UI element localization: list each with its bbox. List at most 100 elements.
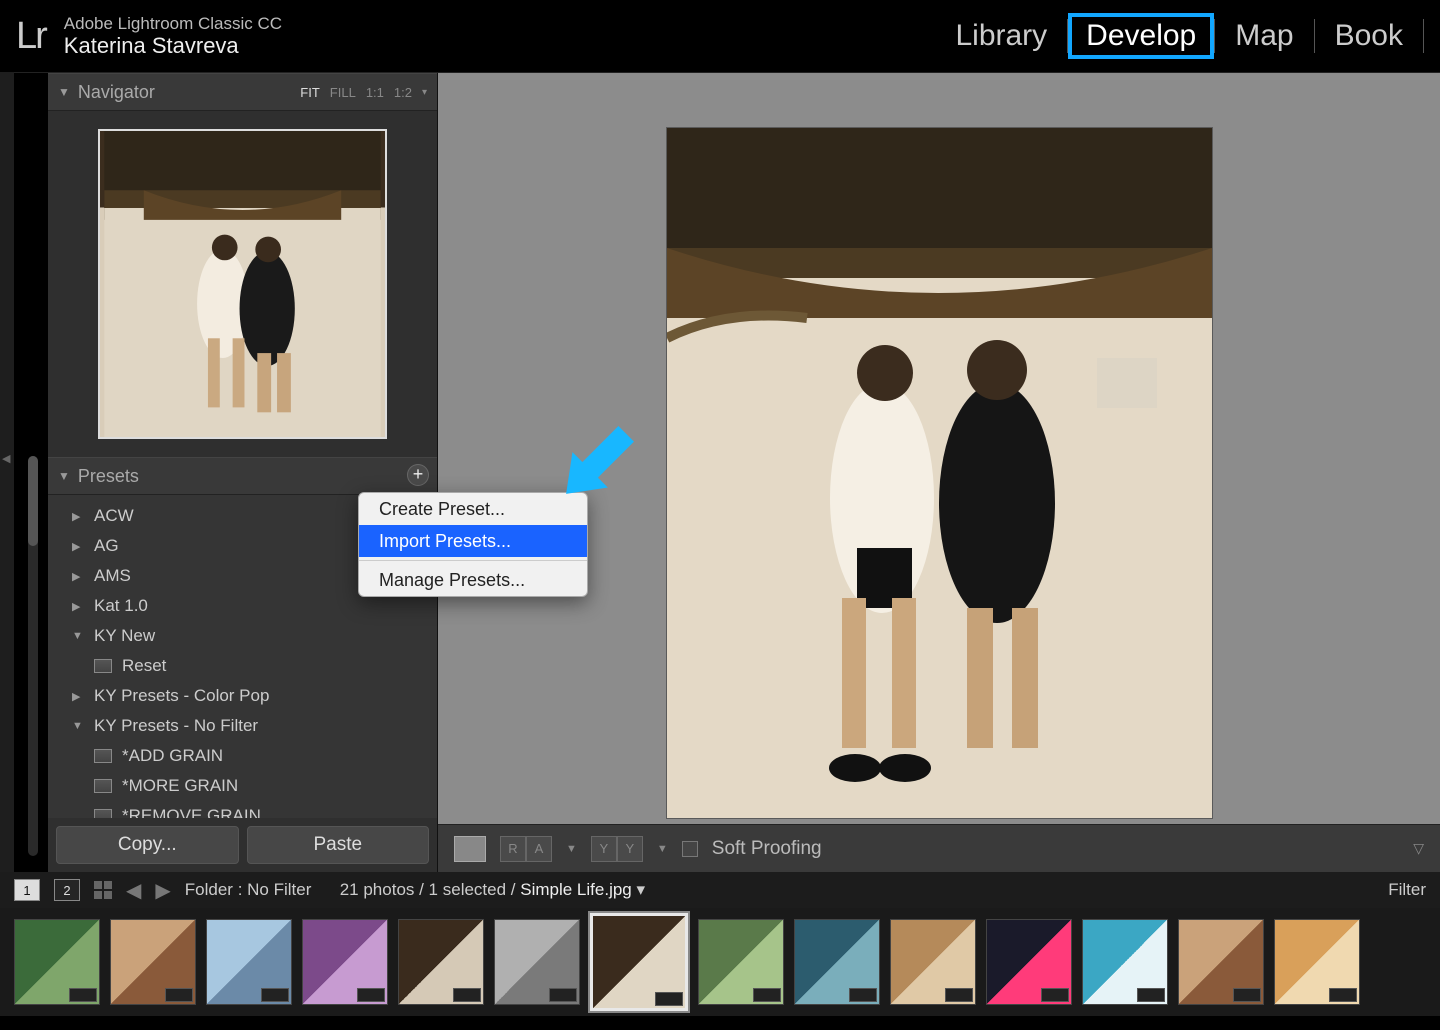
- menu-create-preset[interactable]: Create Preset...: [359, 493, 587, 525]
- preset-remove-grain[interactable]: *REMOVE GRAIN: [48, 801, 437, 818]
- navigator-preview[interactable]: [98, 129, 387, 439]
- preset-icon: [94, 659, 112, 673]
- filmstrip-thumb[interactable]: [14, 919, 100, 1005]
- filmstrip-thumb[interactable]: [398, 919, 484, 1005]
- main-photo[interactable]: [667, 128, 1212, 818]
- new-preset-plus-icon[interactable]: +: [407, 464, 429, 486]
- thumb-badge-icon: [1329, 988, 1357, 1002]
- module-book[interactable]: Book: [1315, 15, 1423, 57]
- view-toolbar: R A ▼ Y Y ▼ Soft Proofing ▽: [438, 824, 1440, 872]
- preset-group-kynew[interactable]: ▼KY New: [48, 621, 437, 651]
- app-identity: Adobe Lightroom Classic CC Katerina Stav…: [64, 14, 282, 59]
- zoom-fit[interactable]: FIT: [300, 85, 320, 100]
- collapsed-arrow-icon: ▶: [72, 540, 86, 553]
- thumb-badge-icon: [1233, 988, 1261, 1002]
- before-after-r-icon[interactable]: R: [500, 836, 526, 862]
- main-area: ▼ Navigator FIT FILL 1:1 1:2 ▾: [0, 72, 1440, 872]
- zoom-fill[interactable]: FILL: [330, 85, 356, 100]
- breadcrumb-filename: Simple Life.jpg: [520, 880, 632, 899]
- filmstrip-thumb[interactable]: [986, 919, 1072, 1005]
- disclosure-triangle-icon[interactable]: ▼: [58, 85, 70, 99]
- before-after-dropdown-icon[interactable]: ▼: [566, 843, 577, 855]
- preset-reset[interactable]: Reset: [48, 651, 437, 681]
- thumb-badge-icon: [945, 988, 973, 1002]
- thumb-badge-icon: [1137, 988, 1165, 1002]
- module-develop[interactable]: Develop: [1068, 13, 1214, 59]
- preset-group-nofilter[interactable]: ▼KY Presets - No Filter: [48, 711, 437, 741]
- module-switcher: Library Develop Map Book: [935, 13, 1424, 59]
- photo-content-icon: [667, 128, 1212, 818]
- breadcrumb[interactable]: Folder : No Filter 21 photos / 1 selecte…: [185, 880, 645, 900]
- thumb-badge-icon: [1041, 988, 1069, 1002]
- zoom-1-1[interactable]: 1:1: [366, 85, 384, 100]
- expanded-arrow-icon: ▼: [72, 720, 86, 732]
- loupe-view-icon[interactable]: [454, 836, 486, 862]
- filmstrip-thumb[interactable]: [890, 919, 976, 1005]
- paste-button[interactable]: Paste: [247, 826, 430, 864]
- left-panel: ▼ Navigator FIT FILL 1:1 1:2 ▾: [48, 73, 438, 872]
- app-logo: Lr: [16, 15, 46, 58]
- thumb-badge-icon: [849, 988, 877, 1002]
- screen-2-button[interactable]: 2: [54, 879, 80, 901]
- menu-manage-presets[interactable]: Manage Presets...: [359, 564, 587, 596]
- thumb-badge-icon: [69, 988, 97, 1002]
- module-separator: [1423, 19, 1424, 53]
- left-edge-strip[interactable]: ◀: [0, 72, 14, 872]
- panel-collapse-handle[interactable]: ◀: [2, 452, 10, 465]
- expanded-arrow-icon: ▼: [72, 630, 86, 642]
- presets-header[interactable]: ▼ Presets +: [48, 457, 437, 495]
- filmstrip-thumb[interactable]: [1178, 919, 1264, 1005]
- preset-icon: [94, 779, 112, 793]
- screen-1-button[interactable]: 1: [14, 879, 40, 901]
- preset-add-grain[interactable]: *ADD GRAIN: [48, 741, 437, 771]
- status-bar: 1 2 ◀ ▶ Folder : No Filter 21 photos / 1…: [0, 872, 1440, 908]
- filmstrip-thumb[interactable]: [698, 919, 784, 1005]
- filmstrip-thumb[interactable]: [302, 919, 388, 1005]
- menu-divider: [359, 560, 587, 561]
- navigator-header[interactable]: ▼ Navigator FIT FILL 1:1 1:2 ▾: [48, 73, 437, 111]
- preset-scrollbar-thumb[interactable]: [28, 456, 38, 546]
- yy-dropdown-icon[interactable]: ▼: [657, 843, 668, 855]
- module-map[interactable]: Map: [1215, 15, 1313, 57]
- before-after-a-icon[interactable]: A: [526, 836, 552, 862]
- filmstrip-thumb[interactable]: [1274, 919, 1360, 1005]
- preset-icon: [94, 809, 112, 818]
- preset-group-colorpop[interactable]: ▶KY Presets - Color Pop: [48, 681, 437, 711]
- before-after-group: R A: [500, 836, 552, 862]
- product-name: Adobe Lightroom Classic CC: [64, 14, 282, 34]
- thumb-badge-icon: [453, 988, 481, 1002]
- thumb-badge-icon: [165, 988, 193, 1002]
- menu-import-presets[interactable]: Import Presets...: [359, 525, 587, 557]
- compare-y2-icon[interactable]: Y: [617, 836, 643, 862]
- filmstrip-thumb[interactable]: [1082, 919, 1168, 1005]
- soft-proof-checkbox[interactable]: [682, 841, 698, 857]
- grid-view-icon[interactable]: [94, 881, 112, 899]
- collapsed-arrow-icon: ▶: [72, 600, 86, 613]
- preset-more-grain[interactable]: *MORE GRAIN: [48, 771, 437, 801]
- thumb-badge-icon: [753, 988, 781, 1002]
- navigator-preview-wrap: [48, 111, 437, 457]
- breadcrumb-dropdown-icon[interactable]: ▾: [637, 880, 646, 899]
- navigator-title: Navigator: [78, 82, 155, 103]
- compare-y1-icon[interactable]: Y: [591, 836, 617, 862]
- filmstrip[interactable]: [0, 908, 1440, 1016]
- next-photo-icon[interactable]: ▶: [155, 878, 170, 903]
- thumb-badge-icon: [655, 992, 683, 1006]
- presets-title: Presets: [78, 466, 139, 487]
- filmstrip-thumb[interactable]: [590, 913, 688, 1011]
- filmstrip-thumb[interactable]: [794, 919, 880, 1005]
- filmstrip-thumb[interactable]: [110, 919, 196, 1005]
- copy-button[interactable]: Copy...: [56, 826, 239, 864]
- filmstrip-thumb[interactable]: [494, 919, 580, 1005]
- toolbar-expand-icon[interactable]: ▽: [1413, 840, 1424, 857]
- zoom-dropdown-icon[interactable]: ▾: [422, 87, 427, 98]
- filmstrip-thumb[interactable]: [206, 919, 292, 1005]
- zoom-1-2[interactable]: 1:2: [394, 85, 412, 100]
- prev-photo-icon[interactable]: ◀: [126, 878, 141, 903]
- image-canvas[interactable]: R A ▼ Y Y ▼ Soft Proofing ▽: [438, 73, 1440, 872]
- disclosure-triangle-icon[interactable]: ▼: [58, 469, 70, 483]
- preset-context-menu: Create Preset... Import Presets... Manag…: [358, 492, 588, 597]
- module-library[interactable]: Library: [935, 15, 1067, 57]
- filter-label[interactable]: Filter: [1388, 880, 1426, 900]
- collapsed-arrow-icon: ▶: [72, 690, 86, 703]
